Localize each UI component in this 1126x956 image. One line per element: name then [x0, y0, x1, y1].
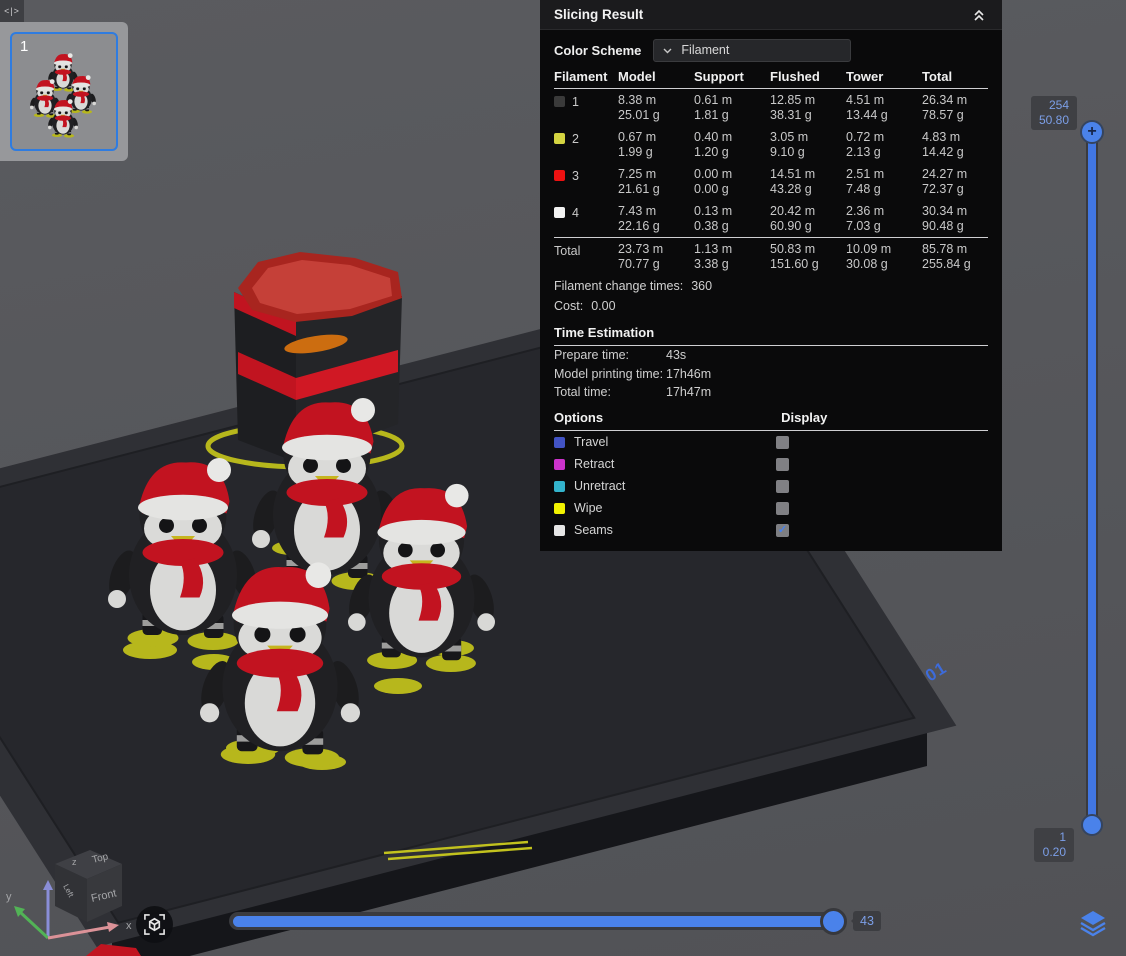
gizmo-z-label: z — [72, 857, 77, 867]
seams-display-checkbox[interactable]: ✓ — [776, 523, 789, 537]
cell-tower: 0.72 m 2.13 g — [846, 130, 885, 159]
cell-total: 24.27 m 72.37 g — [922, 167, 968, 196]
filament-swatch — [554, 133, 565, 144]
collapse-panel-button[interactable] — [970, 6, 988, 24]
cell-tower: 2.36 m 7.03 g — [846, 204, 885, 233]
option-row-travel: Travel — [554, 432, 988, 453]
axis-y-label: y — [6, 891, 12, 903]
display-column-title: Display — [781, 409, 828, 425]
total-time-row: Total time: 17h47m — [554, 385, 712, 399]
time-estimation-title: Time Estimation — [554, 325, 988, 346]
table-row-filament-id: 4 — [554, 200, 618, 237]
slicing-result-header: Slicing Result — [540, 0, 1002, 30]
options-header: Options Display — [554, 410, 988, 431]
table-row-filament-id: 2 — [554, 126, 618, 163]
cell-support: 0.13 m 0.38 g — [694, 204, 733, 233]
col-header-total: Total — [922, 62, 988, 89]
cell-support: 0.61 m 1.81 g — [694, 93, 733, 122]
total-row-label: Total — [554, 237, 618, 275]
step-slider-track[interactable] — [233, 916, 834, 927]
plate-thumbnail-panel: 1 — [0, 22, 128, 161]
total-tower: 10.09 m 30.08 g — [846, 237, 922, 275]
cell-model: 7.25 m 21.61 g — [618, 167, 660, 196]
col-header-flushed: Flushed — [770, 62, 846, 89]
cost-line: Cost: 0.00 — [554, 299, 616, 313]
options-title: Options — [554, 409, 604, 425]
cell-model: 8.38 m 25.01 g — [618, 93, 660, 122]
app-viewport: { "toolbar": { "collapse_glyph": "<|>" }… — [0, 0, 1126, 956]
plate-thumbnail[interactable]: 1 — [10, 32, 118, 151]
wipe-color-swatch — [554, 503, 565, 514]
table-row-filament-id: 3 — [554, 163, 618, 200]
chevron-down-icon — [663, 48, 672, 53]
cell-flushed: 12.85 m 38.31 g — [770, 93, 816, 122]
chevron-double-up-icon — [974, 9, 984, 21]
cell-flushed: 3.05 m 9.10 g — [770, 130, 809, 159]
retract-color-swatch — [554, 459, 565, 470]
cell-support: 0.00 m 0.00 g — [694, 167, 733, 196]
step-slider-value: 43 — [851, 911, 881, 931]
col-header-filament: Filament — [554, 62, 618, 89]
plate-thumbnail-number: 1 — [20, 38, 29, 55]
wipe-display-checkbox[interactable] — [776, 501, 789, 515]
col-header-support: Support — [694, 62, 770, 89]
total-support: 1.13 m 3.38 g — [694, 237, 770, 275]
retract-display-checkbox[interactable] — [776, 457, 789, 471]
unretract-color-swatch — [554, 481, 565, 492]
fit-view-button[interactable] — [136, 906, 173, 943]
layer-slider-top-handle[interactable]: + — [1080, 120, 1104, 144]
option-row-retract: Retract — [554, 454, 988, 475]
cell-flushed: 14.51 m 43.28 g — [770, 167, 816, 196]
table-row-filament-id: 1 — [554, 89, 618, 126]
layer-slider-track[interactable] — [1088, 131, 1096, 826]
sidebar-collapse-glyph: <|> — [4, 6, 20, 16]
travel-color-swatch — [554, 437, 565, 448]
layer-slider-bottom-handle[interactable] — [1081, 814, 1103, 836]
cell-total: 30.34 m 90.48 g — [922, 204, 968, 233]
cell-model: 0.67 m 1.99 g — [618, 130, 657, 159]
filament-table: Filament Model Support Flushed Tower Tot… — [554, 62, 988, 275]
color-scheme-dropdown[interactable]: Filament — [653, 38, 852, 62]
total-flushed: 50.83 m 151.60 g — [770, 237, 846, 275]
layers-view-button[interactable] — [1078, 907, 1108, 937]
cell-model: 7.43 m 22.16 g — [618, 204, 660, 233]
seams-color-swatch — [554, 525, 565, 536]
total-total: 85.78 m 255.84 g — [922, 237, 988, 275]
cell-tower: 4.51 m 13.44 g — [846, 93, 888, 122]
filament-swatch — [554, 96, 565, 107]
option-row-seams: Seams ✓ — [554, 520, 988, 541]
color-scheme-label: Color Scheme — [554, 42, 642, 58]
filament-swatch — [554, 207, 565, 218]
filament-swatch — [554, 170, 565, 181]
sidebar-collapse-button[interactable]: <|> — [0, 0, 24, 22]
slicing-result-panel: Slicing Result Color Scheme Filament Fil… — [540, 0, 1002, 551]
cell-flushed: 20.42 m 60.90 g — [770, 204, 816, 233]
axis-x-label: x — [126, 920, 132, 932]
step-slider-handle[interactable] — [820, 908, 847, 935]
col-header-tower: Tower — [846, 62, 922, 89]
layer-slider-top-tooltip: 254 50.80 — [1031, 96, 1078, 130]
cell-support: 0.40 m 1.20 g — [694, 130, 733, 159]
option-row-wipe: Wipe — [554, 498, 988, 519]
cell-tower: 2.51 m 7.48 g — [846, 167, 885, 196]
model-printing-time-row: Model printing time: 17h46m — [554, 366, 712, 381]
panel-title: Slicing Result — [554, 7, 644, 22]
unretract-display-checkbox[interactable] — [776, 479, 789, 493]
filament-change-times: Filament change times: 360 — [554, 279, 713, 293]
total-model: 23.73 m 70.77 g — [618, 237, 694, 275]
layer-slider-bottom-tooltip: 1 0.20 — [1034, 828, 1074, 862]
col-header-model: Model — [618, 62, 694, 89]
color-scheme-value: Filament — [681, 43, 730, 57]
prepare-time-row: Prepare time: 43s — [554, 348, 687, 362]
cell-total: 4.83 m 14.42 g — [922, 130, 964, 159]
cell-total: 26.34 m 78.57 g — [922, 93, 968, 122]
layers-icon — [1080, 911, 1106, 937]
travel-display-checkbox[interactable] — [776, 435, 789, 449]
fit-view-cube-icon — [144, 914, 165, 935]
option-row-unretract: Unretract — [554, 476, 988, 497]
